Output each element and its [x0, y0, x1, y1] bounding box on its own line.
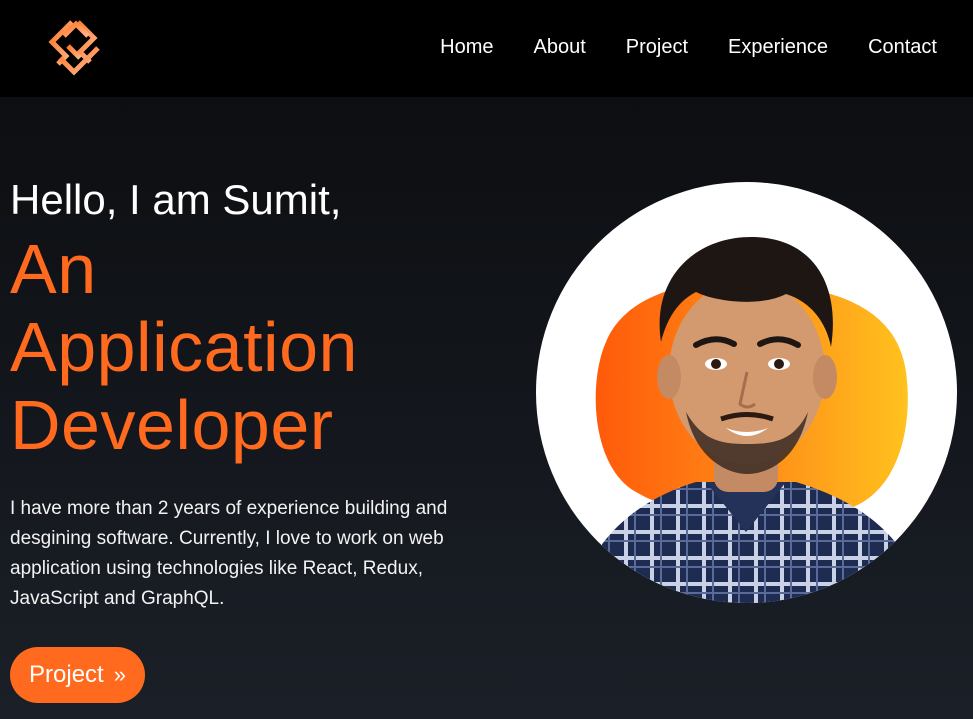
- main-nav: Home About Project Experience Contact: [400, 35, 937, 59]
- profile-photo-illustration: [576, 237, 926, 603]
- cta-label: Project: [29, 661, 104, 688]
- hero-role-title: An Application Developer: [10, 230, 510, 464]
- project-cta-button[interactable]: Project »: [10, 647, 145, 703]
- hero-greeting: Hello, I am Sumit,: [10, 176, 342, 223]
- double-chevron-right-icon: »: [113, 662, 126, 687]
- logo-icon: [48, 20, 100, 76]
- role-line-3: Developer: [10, 386, 334, 464]
- nav-project[interactable]: Project: [626, 35, 688, 59]
- hero-bio: I have more than 2 years of experience b…: [10, 498, 448, 609]
- navbar: Home About Project Experience Contact: [0, 0, 973, 97]
- hero-section: Hello, I am Sumit, An Application Develo…: [10, 176, 510, 614]
- nav-experience[interactable]: Experience: [728, 35, 828, 59]
- nav-home[interactable]: Home: [440, 35, 493, 59]
- site-logo[interactable]: [44, 18, 106, 76]
- nav-contact[interactable]: Contact: [868, 35, 937, 59]
- role-line-2: Application: [10, 308, 358, 386]
- nav-about[interactable]: About: [533, 35, 585, 59]
- role-line-1: An: [10, 230, 97, 308]
- profile-photo: [536, 182, 957, 603]
